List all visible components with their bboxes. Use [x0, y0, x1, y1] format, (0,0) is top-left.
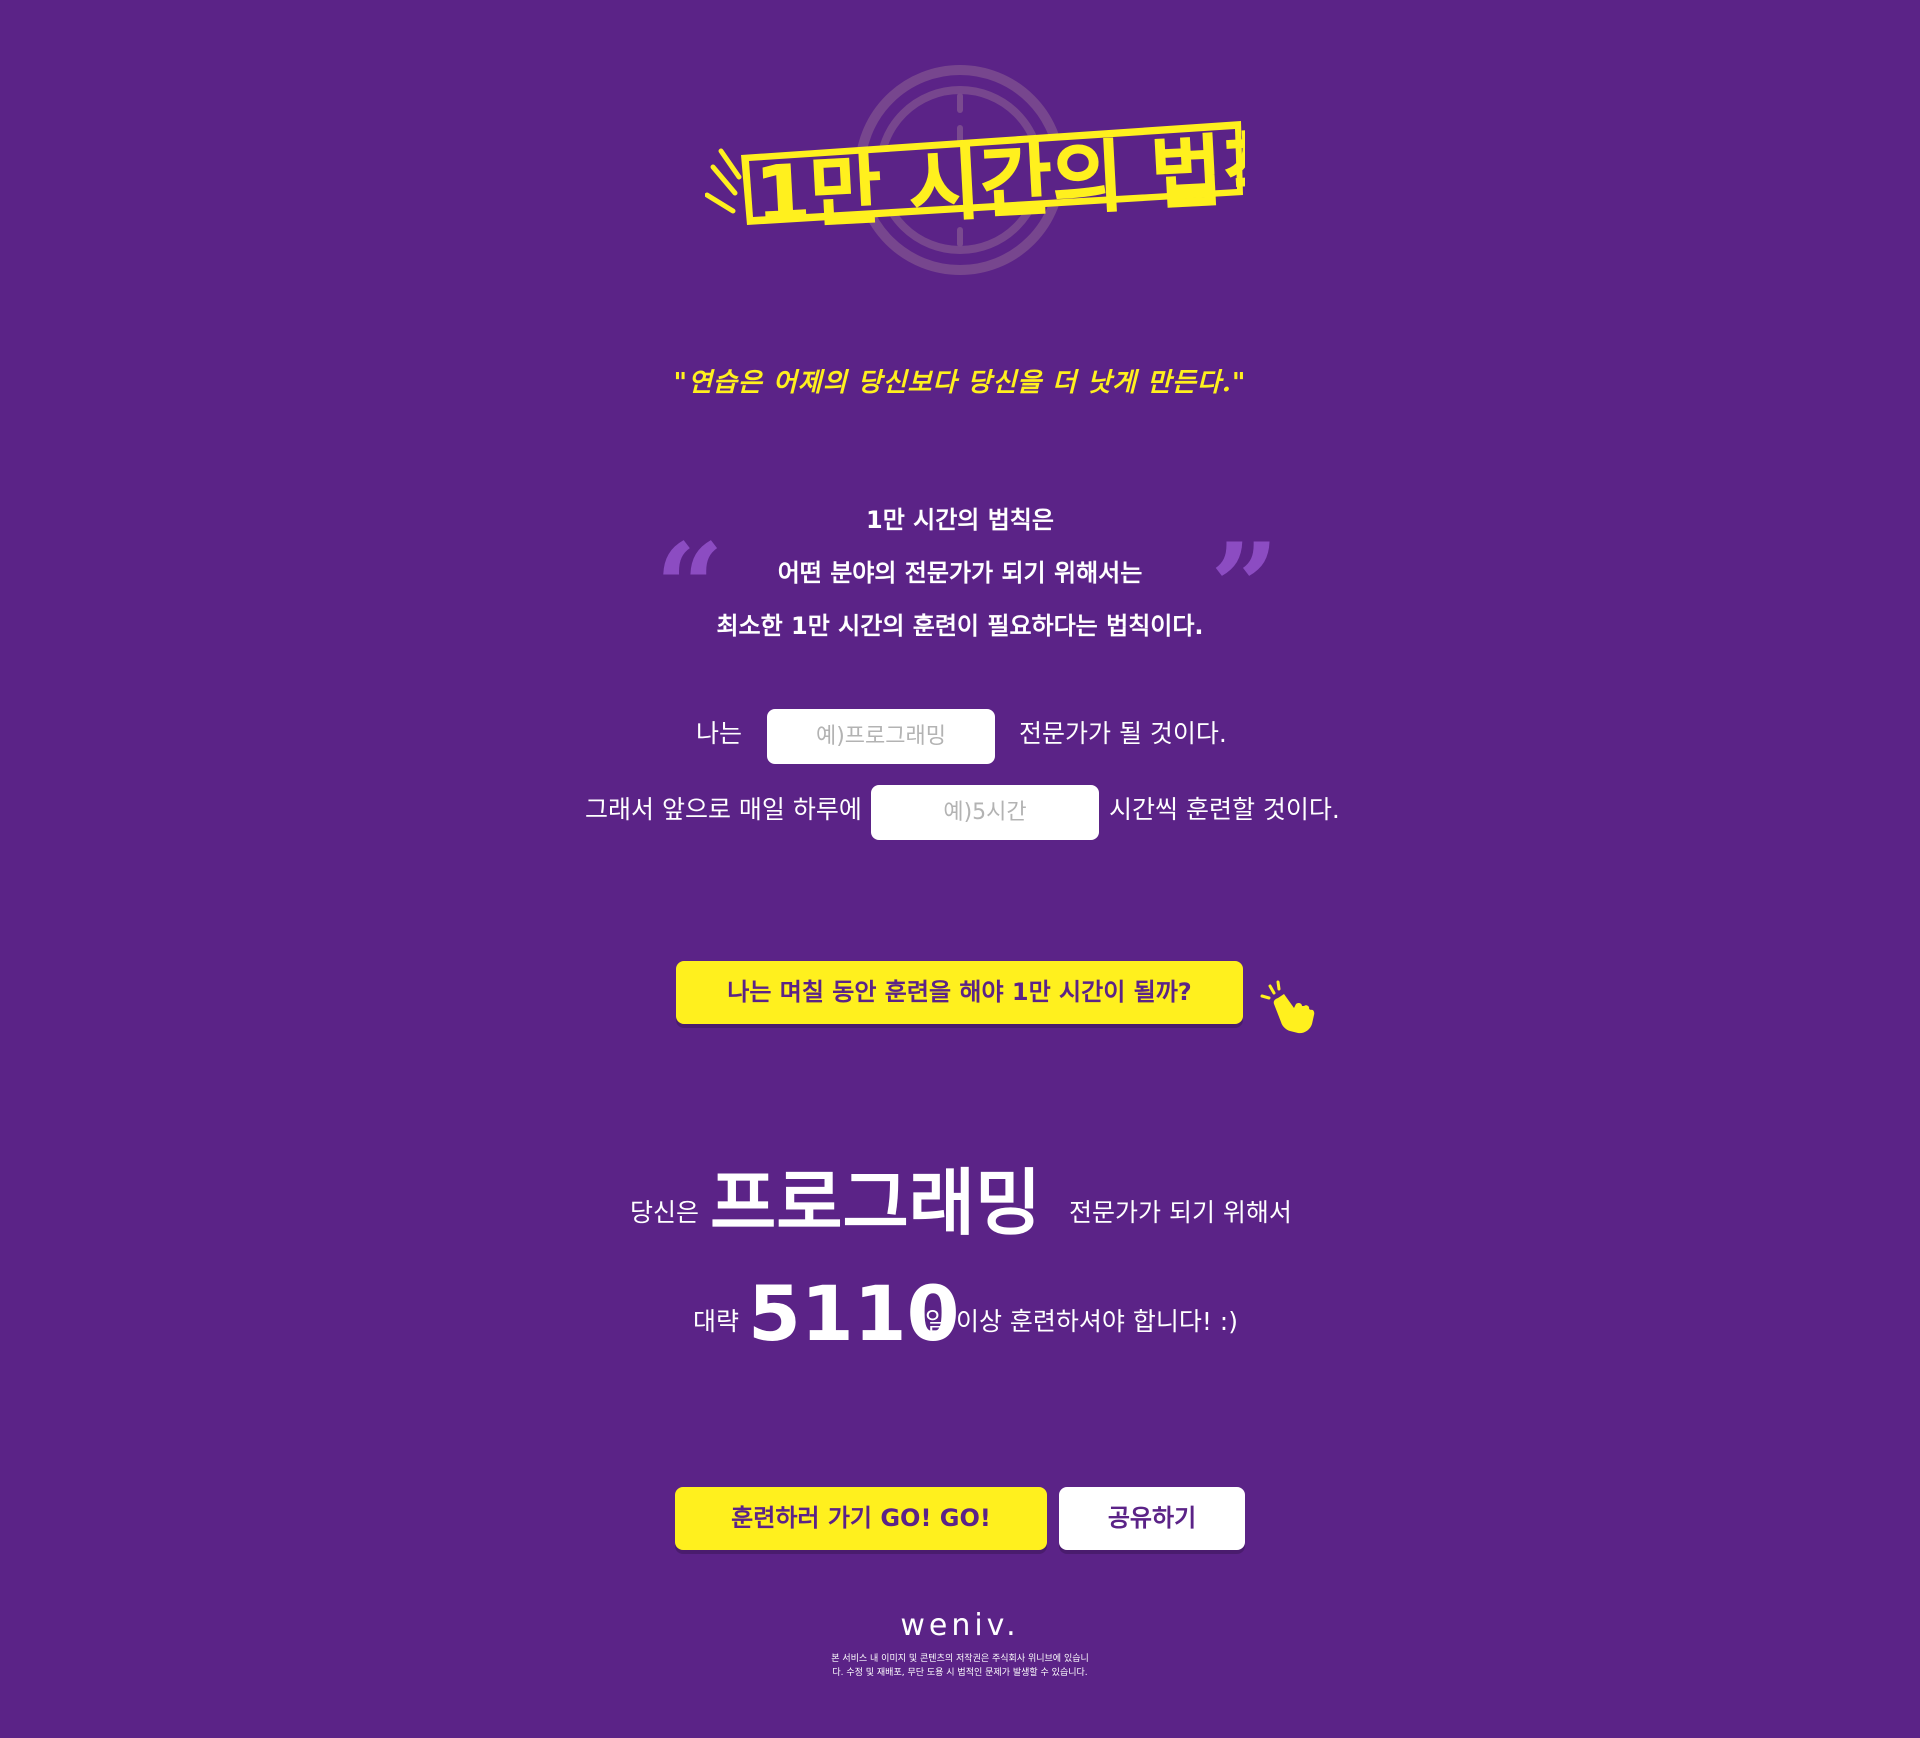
result-field: 프로그래밍 — [710, 1161, 1042, 1245]
definition-line-2: 어떤 분야의 전문가가 되기 위해서는 — [777, 559, 1143, 587]
pointer-hand-icon — [1260, 980, 1315, 1034]
form-row1-suffix: 전문가가 될 것이다. — [1019, 719, 1227, 748]
copyright-line-1: 본 서비스 내 이미지 및 콘텐츠의 저작권은 주식회사 위니브에 있습니 — [831, 1654, 1089, 1664]
form-row2-prefix: 그래서 앞으로 매일 하루에 — [585, 795, 862, 824]
weniv-logo: weniv. — [900, 1608, 1020, 1643]
field-input[interactable] — [767, 709, 995, 764]
hours-input[interactable] — [871, 785, 1099, 840]
logo-text: 1만 시간의 법칙 — [753, 123, 1245, 235]
copyright-line-2: 다. 수정 및 재배포, 무단 도용 시 법적인 문제가 발생할 수 있습니다. — [832, 1668, 1088, 1678]
logo-title: 1만 시간의 법칙 — [705, 121, 1245, 235]
result-approx: 대략 — [693, 1307, 740, 1336]
spark-icon — [705, 148, 742, 214]
result-prefix: 당신은 — [630, 1198, 700, 1227]
result-line2-suffix: 일 이상 훈련하셔야 합니다! :) — [925, 1307, 1238, 1336]
calculate-button[interactable]: 나는 며칠 동안 훈련을 해야 1만 시간이 될까? — [676, 961, 1243, 1024]
definition-line-3: 최소한 1만 시간의 훈련이 필요하다는 법칙이다. — [716, 612, 1204, 640]
definition-line-1: 1만 시간의 법칙은 — [866, 506, 1054, 534]
go-training-button[interactable]: 훈련하러 가기 GO! GO! — [675, 1487, 1047, 1550]
motto-quote: "연습은 어제의 당신보다 당신을 더 낫게 만든다." — [673, 368, 1247, 398]
share-button[interactable]: 공유하기 — [1059, 1487, 1245, 1550]
form-row2-suffix: 시간씩 훈련할 것이다. — [1109, 795, 1340, 824]
result-line1-suffix: 전문가가 되기 위해서 — [1069, 1198, 1292, 1227]
form-row1-prefix: 나는 — [696, 719, 743, 748]
